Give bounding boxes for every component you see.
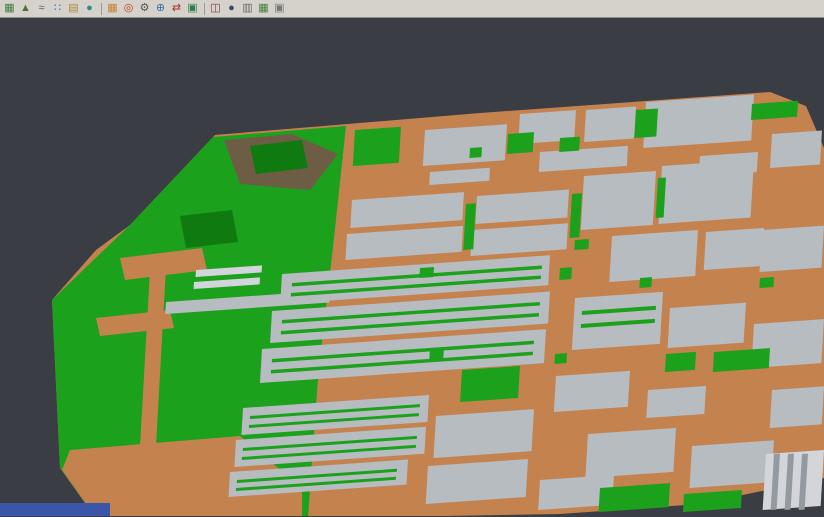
tree-patch — [559, 137, 580, 152]
tree-patch — [713, 348, 770, 372]
scene-svg[interactable] — [0, 18, 824, 516]
block-roof — [770, 386, 824, 428]
tree-dot — [639, 277, 652, 288]
taskbar-fragment[interactable] — [0, 503, 110, 516]
grove-dark — [250, 140, 308, 174]
block-roof — [704, 228, 764, 270]
table-icon[interactable]: ▦ — [256, 1, 271, 16]
report-icon[interactable]: ▥ — [240, 1, 255, 16]
block-roof — [433, 409, 534, 458]
tree-dot — [469, 147, 482, 158]
warehouse-roof — [643, 94, 754, 148]
toolbar-separator — [101, 3, 102, 15]
globe-icon[interactable]: ● — [82, 1, 97, 16]
grid-layer-icon[interactable]: ▦ — [2, 1, 17, 16]
tree-dot — [574, 239, 589, 250]
classification-icon[interactable]: ◎ — [121, 1, 136, 16]
block-roof — [585, 428, 676, 478]
info-icon[interactable]: ▣ — [272, 1, 287, 16]
contour-icon[interactable]: ≈ — [34, 1, 49, 16]
zoom-extents-icon[interactable]: ⊕ — [153, 1, 168, 16]
tree-dot — [554, 353, 567, 364]
tree-dot — [419, 267, 434, 278]
toolbar: ▦▲≈∷▤●▦◎⚙⊕⇄▣◫●▥▦▣ — [0, 0, 824, 18]
block-roof — [426, 459, 528, 504]
viewport-3d[interactable] — [0, 18, 824, 516]
tree-patch — [634, 108, 658, 138]
block-roof — [581, 171, 656, 230]
warehouse-roof — [770, 131, 822, 169]
tree-patch — [460, 366, 520, 402]
tree-dot — [429, 347, 444, 360]
block-roof — [759, 226, 824, 272]
warehouse-roof — [423, 124, 507, 166]
block-roof — [689, 440, 774, 488]
tree-patch — [353, 127, 401, 166]
block-roof — [609, 230, 698, 282]
settings-gear-icon[interactable]: ⚙ — [137, 1, 152, 16]
block-roof — [554, 371, 630, 412]
block-roof — [668, 303, 746, 348]
block-roof — [646, 386, 706, 418]
dem-icon[interactable]: ▤ — [66, 1, 81, 16]
block-roof — [659, 160, 754, 224]
toolbar-separator — [204, 3, 205, 15]
tree-patch — [751, 101, 798, 120]
tree-patch — [507, 132, 534, 154]
measure-icon[interactable]: ◫ — [208, 1, 223, 16]
tree-patch — [665, 352, 696, 372]
web-export-icon[interactable]: ● — [224, 1, 239, 16]
application-window: ▦▲≈∷▤●▦◎⚙⊕⇄▣◫●▥▦▣ — [0, 0, 824, 517]
orthophoto-icon[interactable]: ▦ — [105, 1, 120, 16]
tree-dot — [759, 277, 774, 288]
warehouse-roof — [584, 107, 636, 143]
tree-patch — [599, 483, 670, 512]
terrain-icon[interactable]: ▲ — [18, 1, 33, 16]
point-cloud-icon[interactable]: ∷ — [50, 1, 65, 16]
tree-dot — [559, 267, 572, 280]
compare-icon[interactable]: ▣ — [185, 1, 200, 16]
sync-views-icon[interactable]: ⇄ — [169, 1, 184, 16]
grove-dark — [180, 210, 238, 248]
